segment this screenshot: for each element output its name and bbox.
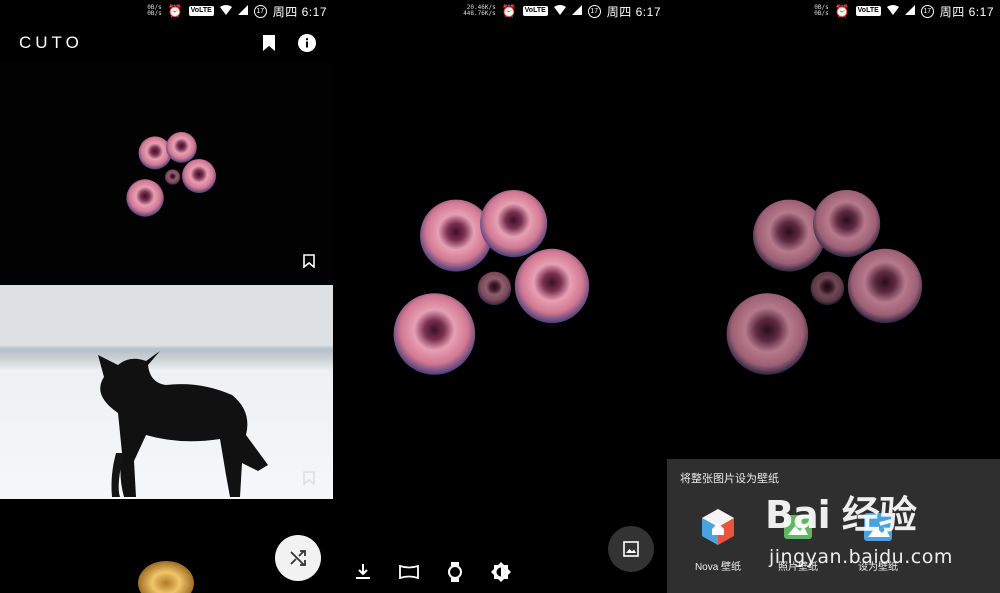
sim-badge: 17 [587,4,601,18]
info-icon[interactable] [293,29,321,57]
clock: 周四 6:17 [939,4,994,19]
app-option-set-wallpaper[interactable]: 设为壁纸 [843,507,913,573]
network-speed: 0B/s 0B/s [147,4,162,17]
set-wallpaper-sheet: 将整张图片设为壁纸 Nova 壁纸 照片壁纸 设为壁纸 [667,459,1000,593]
network-speed: 0B/s 0B/s [814,4,829,17]
app-option-nova[interactable]: Nova 壁纸 [683,507,753,573]
set-wallpaper-chooser-screen: 0B/s 0B/s ⏰ VoLTE 17 周四 6:17 将整张图片设为壁纸 N… [667,0,1000,593]
download-icon[interactable] [350,559,376,585]
pink-roses-fullscreen-image [393,190,590,375]
app-bar: CUTO [0,26,333,60]
set-wallpaper-app-icon [864,513,892,541]
clock: 周四 6:17 [606,4,661,19]
watch-icon[interactable] [442,559,468,585]
pink-roses-image [126,132,217,217]
wallpaper-detail-screen: 20.46K/s 448.76K/s ⏰ VoLTE 17 周四 6:17 [334,0,667,593]
wallpaper-card-dog[interactable] [0,285,333,499]
app-title: CUTO [19,33,83,52]
network-speed: 20.46K/s 448.76K/s [463,4,496,17]
wifi-icon [886,4,899,18]
status-bar: 0B/s 0B/s ⏰ VoLTE 17 周四 6:17 [667,0,1000,22]
shuffle-icon [290,550,306,566]
alarm-icon: ⏰ [167,4,183,18]
sim-badge: 17 [920,4,934,18]
bookmark-icon[interactable] [255,29,283,57]
gallery-screen: 0B/s 0B/s ⏰ VoLTE 17 周四 6:17 CUTO [0,0,333,593]
clock: 周四 6:17 [272,4,327,19]
app-label: 设为壁纸 [858,562,898,573]
black-dog-image [98,351,268,497]
app-label: 照片壁纸 [778,562,818,573]
status-bar: 20.46K/s 448.76K/s ⏰ VoLTE 17 周四 6:17 [334,0,667,22]
bookmark-outline-icon[interactable] [303,471,319,487]
app-label: Nova 壁纸 [694,562,742,573]
volte-badge: VoLTE [855,6,881,16]
panorama-icon[interactable] [396,559,422,585]
alarm-icon: ⏰ [501,4,517,18]
app-option-photos[interactable]: 照片壁纸 [763,507,833,573]
brightness-icon[interactable] [488,559,514,585]
volte-badge: VoLTE [522,6,548,16]
bookmark-outline-icon[interactable] [303,254,319,270]
alarm-icon: ⏰ [834,4,850,18]
sheet-title: 将整张图片设为壁纸 [680,473,779,485]
status-bar: 0B/s 0B/s ⏰ VoLTE 17 周四 6:17 [0,0,333,22]
photos-wallpaper-icon [784,515,812,539]
wifi-icon [553,4,566,18]
signal-icon [237,4,248,18]
detail-toolbar [334,551,667,593]
signal-icon [904,4,915,18]
shuffle-button[interactable] [275,535,321,581]
wifi-icon [219,4,232,18]
nova-launcher-icon [702,509,734,545]
signal-icon [571,4,582,18]
volte-badge: VoLTE [188,6,214,16]
sim-badge: 17 [253,4,267,18]
wallpaper-card-roses[interactable] [0,62,333,282]
